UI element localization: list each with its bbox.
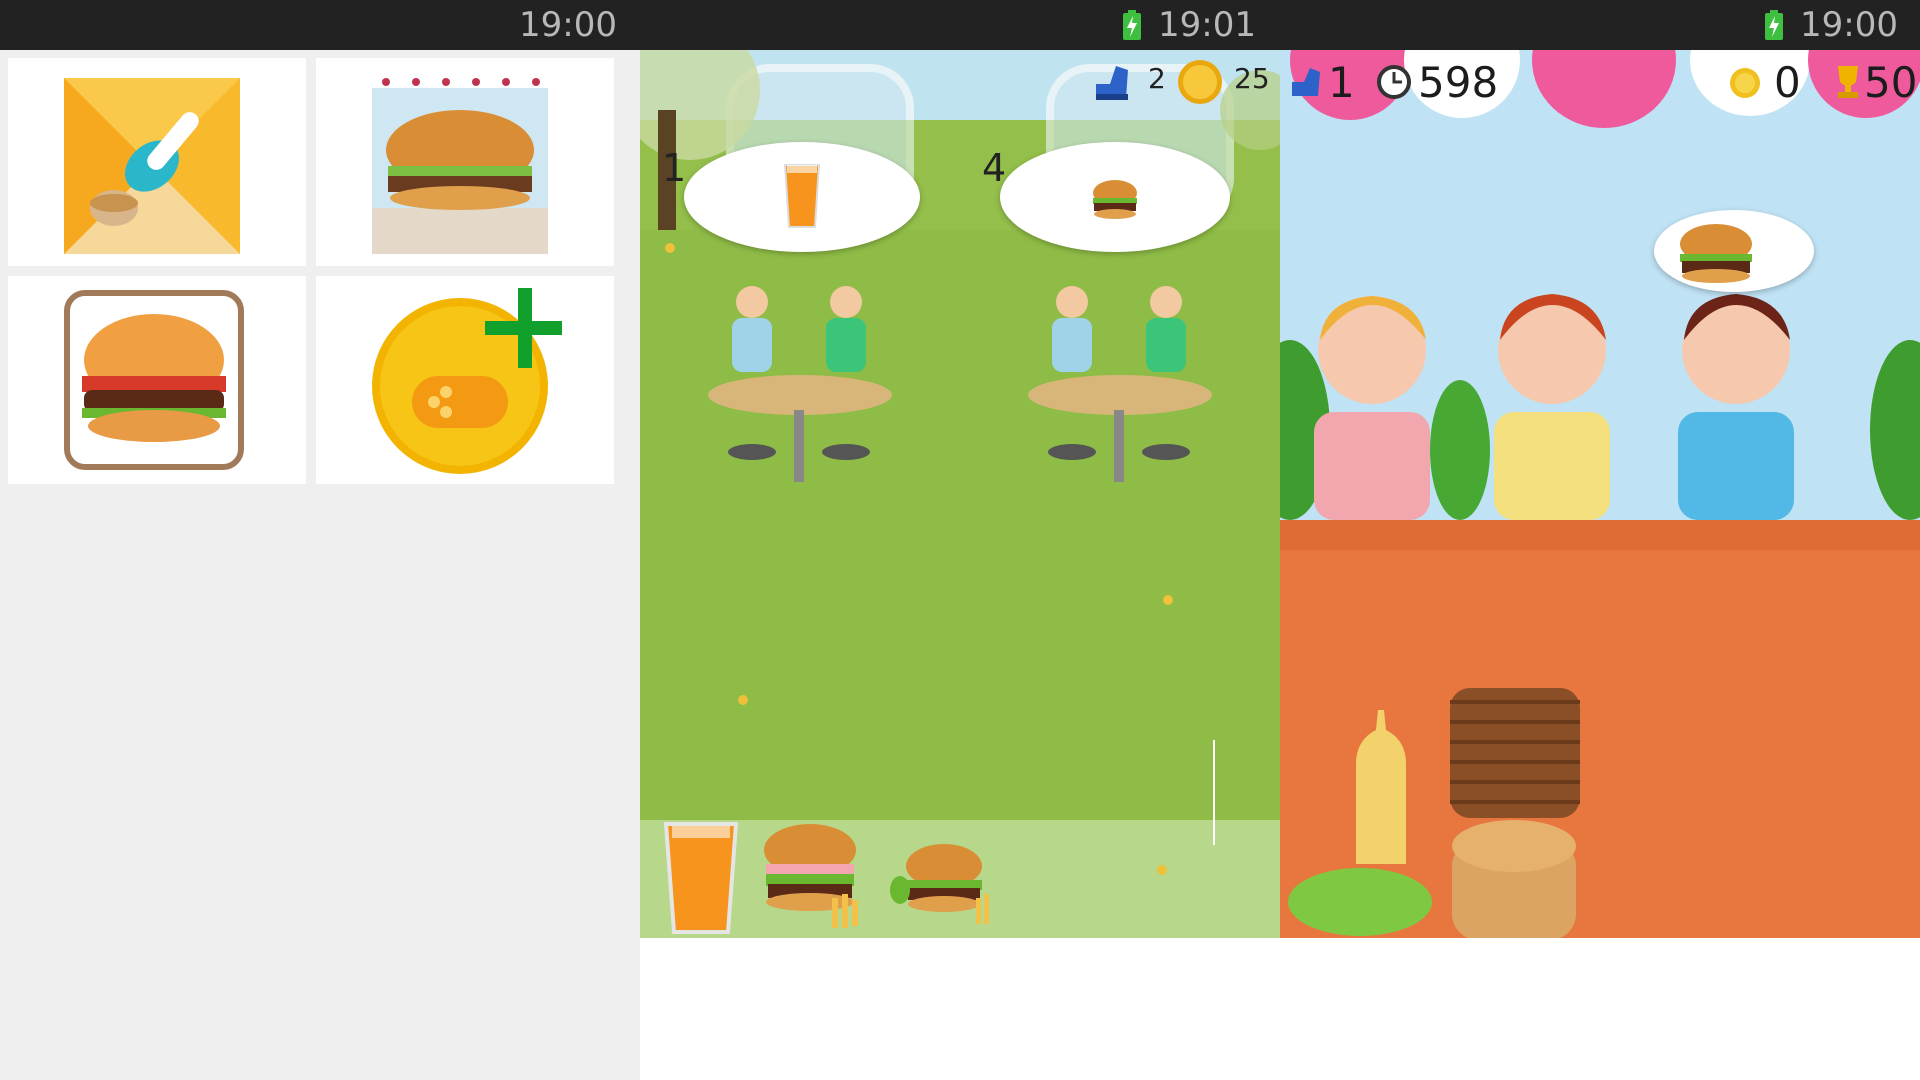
burger-icon: [1680, 224, 1752, 283]
gamepad-plus-icon: [372, 288, 562, 474]
battery-charging-icon: [1122, 10, 1142, 40]
kitchen-game-screen[interactable]: 1 598 0 50: [1280, 50, 1920, 938]
status-bar: 19:00 19:01 19:00: [0, 0, 1920, 50]
status-time-left: 19:00: [519, 5, 617, 45]
burger-rocket-icon: [64, 78, 240, 254]
kitchen-scene: [1280, 50, 1920, 938]
kitchen-coins-value: 0: [1774, 58, 1801, 107]
app-tile-burger-shop[interactable]: [316, 58, 614, 266]
burger-icon: [1093, 180, 1137, 219]
blank-area: [640, 938, 1920, 1080]
app-tile-gamepad-plus[interactable]: [316, 276, 614, 484]
app-tile-burger-rocket[interactable]: [8, 58, 306, 266]
trophy-value: 50: [1864, 58, 1918, 107]
kitchen-level-value: 1: [1328, 58, 1355, 107]
tray-burger-fries-icon[interactable]: [758, 820, 878, 932]
timer-value: 598: [1418, 58, 1499, 107]
trophy-icon: [1838, 66, 1858, 98]
burger-shop-icon: [372, 78, 548, 254]
level-boot-icon: [1292, 68, 1320, 96]
coins-value: 25: [1234, 62, 1270, 95]
status-time-right: 19:00: [1800, 5, 1898, 45]
clock-icon: [1377, 65, 1411, 99]
tray-orange-juice-icon[interactable]: [662, 820, 740, 936]
coin-icon: [1178, 60, 1222, 104]
level-boot-icon: [1096, 66, 1128, 100]
coin-icon: [1730, 68, 1760, 98]
app-grid-panel: [0, 50, 640, 1080]
table-number-4: 4: [982, 146, 1007, 190]
orange-juice-icon: [783, 164, 821, 228]
tray-burger-salad-icon[interactable]: [888, 840, 1002, 932]
burger-square-icon: [64, 290, 244, 470]
park-game-screen[interactable]: 1 4 2 25: [640, 50, 1280, 938]
table-number-1: 1: [662, 146, 687, 190]
status-time-middle: 19:01: [1158, 5, 1256, 45]
app-tile-burger-square[interactable]: [8, 276, 306, 484]
battery-charging-icon: [1764, 10, 1784, 40]
level-value: 2: [1148, 62, 1166, 95]
